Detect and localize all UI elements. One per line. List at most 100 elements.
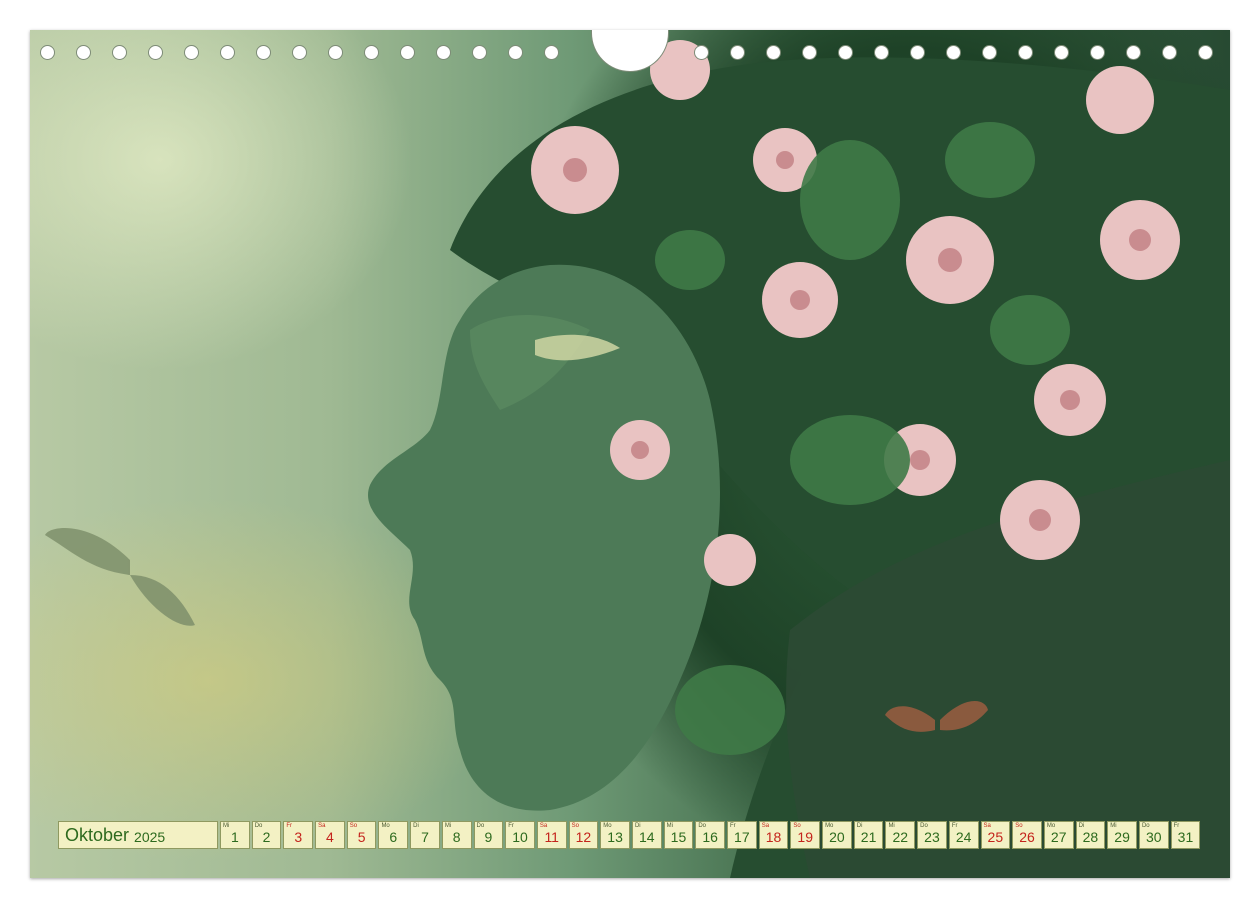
binding-hole [982,45,997,60]
day-number: 14 [638,829,655,845]
day-number: 9 [484,829,493,845]
day-number: 23 [924,829,940,845]
day-cell: Do 9 [473,821,504,849]
day-number: 7 [421,829,429,845]
day-cell: Mo 27 [1043,821,1074,849]
binding-hole [148,45,163,60]
day-cell: Di 21 [853,821,884,849]
day-number: 30 [1145,829,1162,845]
binding-hole [184,45,199,60]
day-cell: Mo 13 [600,821,630,849]
binding-hole [112,45,127,60]
month-label: Oktober 2025 [58,821,218,849]
day-number: 3 [294,829,303,845]
day-cell: Mi 15 [663,821,694,849]
binding-hole [292,45,307,60]
day-number: 31 [1177,829,1194,845]
day-number: 1 [230,829,239,845]
day-cell: Mo 20 [822,821,852,849]
day-cell: So 12 [568,821,599,849]
binding-hole [328,45,343,60]
day-cell: Mo 6 [378,821,409,849]
day-number: 17 [734,829,750,845]
day-cell: Mi 22 [885,821,916,849]
day-number: 22 [892,829,909,845]
binding-hole [1090,45,1105,60]
day-cell: So 26 [1012,821,1042,849]
binding-hole [472,45,487,60]
day-cell: Di 7 [410,821,440,849]
binding-hole [910,45,925,60]
day-number: 24 [955,829,972,845]
hanger-cutout [591,30,669,72]
day-cell: So 5 [346,821,377,849]
day-number: 27 [1050,829,1067,845]
binding-hole [874,45,889,60]
day-number: 18 [765,829,782,845]
day-number: 8 [452,829,461,845]
binding-hole [220,45,235,60]
day-cell: Sa 25 [980,821,1011,849]
day-cell: Di 28 [1075,821,1106,849]
day-number: 19 [797,829,813,845]
binding-hole [364,45,379,60]
binding-hole [730,45,745,60]
day-cell: So 19 [790,821,821,849]
binding-hole [1198,45,1213,60]
day-number: 21 [860,829,877,845]
day-cell: Mi 8 [441,821,472,849]
wire-binding [30,30,1230,72]
binding-hole [946,45,961,60]
binding-hole [694,45,709,60]
day-number: 26 [1019,829,1035,845]
month-year: 2025 [134,828,166,845]
day-cell: Fr 31 [1170,821,1201,849]
binding-hole [544,45,559,60]
day-cell: Di 14 [631,821,662,849]
day-cell: Fr 17 [727,821,757,849]
binding-hole [76,45,91,60]
day-number: 13 [607,829,623,845]
day-cell: Do 16 [695,821,725,849]
day-number: 6 [389,829,398,845]
day-cell: Sa 11 [536,821,567,849]
day-cell: Mi 29 [1107,821,1137,849]
binding-hole [436,45,451,60]
day-number: 10 [512,829,528,845]
calendar-strip: Oktober 2025 Mi 1 Do 2 Fr 3 Sa 4 So 5 Mo 6 Di 7 Mi 8 Do 9… [58,821,1202,849]
month-name: Oktober [65,824,130,845]
binding-hole [1162,45,1177,60]
day-number: 5 [357,829,366,845]
binding-hole [838,45,853,60]
day-cell: Sa 18 [758,821,789,849]
day-number: 15 [670,829,687,845]
day-number: 4 [326,829,334,845]
binding-hole [508,45,523,60]
day-cell: Do 2 [251,821,282,849]
binding-hole [256,45,271,60]
day-number: 25 [987,829,1004,845]
day-cell: Mi 1 [220,821,250,849]
day-number: 11 [544,829,559,845]
day-cell: Fr 3 [283,821,314,849]
binding-hole [802,45,817,60]
day-cell: Fr 24 [948,821,979,849]
binding-hole [766,45,781,60]
day-number: 16 [702,829,718,845]
day-number: 28 [1082,829,1099,845]
day-cell: Do 30 [1138,821,1169,849]
day-number: 29 [1114,829,1130,845]
binding-hole [40,45,55,60]
day-cell: Do 23 [917,821,947,849]
day-cell: Sa 4 [315,821,345,849]
day-cells: Mi 1 Do 2 Fr 3 Sa 4 So 5 Mo 6 Di 7 Mi 8 Do 9 Fr 10 Sa 11 So 12 M… [220,821,1202,849]
artwork-illustration [45,40,1230,878]
binding-hole [400,45,415,60]
artwork-photo [30,30,1230,878]
day-number: 20 [829,829,845,845]
day-cell: Fr 10 [505,821,535,849]
calendar-page: Oktober 2025 Mi 1 Do 2 Fr 3 Sa 4 So 5 Mo 6 Di 7 Mi 8 Do 9… [30,30,1230,878]
day-number: 2 [262,829,271,845]
binding-hole [1054,45,1069,60]
day-number: 12 [575,829,592,845]
